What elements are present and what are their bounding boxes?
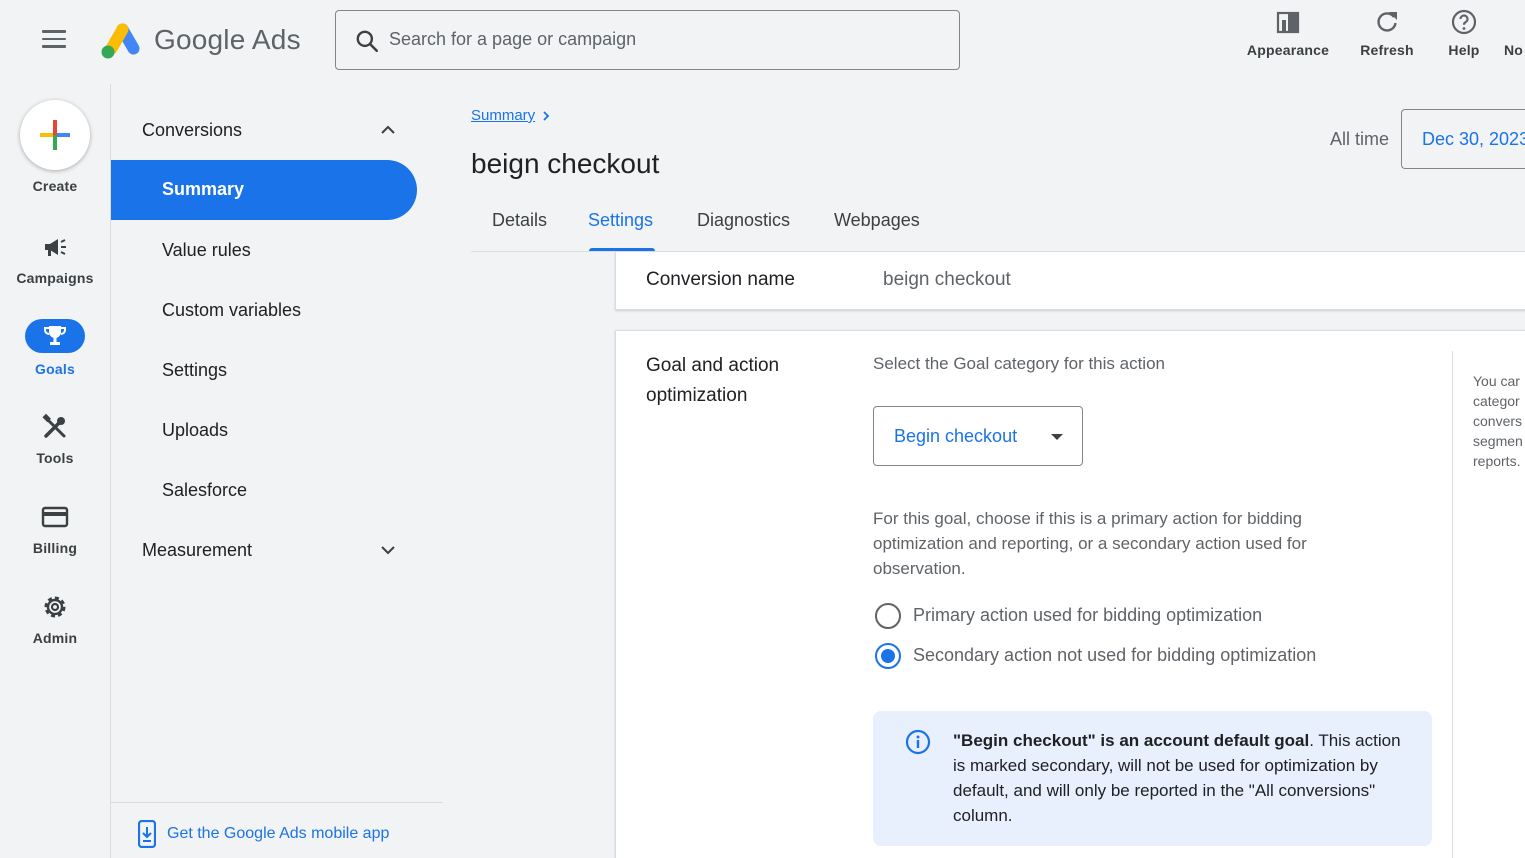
goal-category-prompt: Select the Goal category for this action — [873, 354, 1165, 373]
conversion-name-value: beign checkout — [883, 269, 1011, 290]
trophy-icon — [44, 326, 66, 345]
billing-label: Billing — [32, 540, 78, 556]
side-help-line: You car — [1473, 373, 1520, 389]
nav-section-conversions[interactable]: Conversions — [142, 120, 242, 141]
secondary-nav: Conversions Summary Value rules Custom v… — [110, 84, 443, 858]
goals-pill — [25, 319, 85, 353]
tools-icon — [42, 413, 66, 438]
search-icon — [356, 30, 379, 53]
rail-tools[interactable]: Tools — [0, 412, 110, 466]
dropdown-caret-icon — [1051, 434, 1063, 440]
nav-item-salesforce[interactable]: Salesforce — [162, 480, 247, 501]
date-range-value: Dec 30, 2023 — [1422, 129, 1525, 149]
info-message: "Begin checkout" is an account default g… — [953, 728, 1413, 828]
tab-details[interactable]: Details — [492, 210, 547, 231]
help-button[interactable]: Help — [1440, 8, 1488, 68]
nav-section-measurement[interactable]: Measurement — [142, 540, 252, 561]
chevron-right-icon — [543, 111, 550, 121]
info-message-bold: "Begin checkout" is an account default g… — [953, 731, 1310, 750]
radio-primary-label: Primary action used for bidding optimiza… — [913, 605, 1263, 625]
appearance-label: Appearance — [1246, 42, 1330, 58]
create-plus-icon — [20, 100, 90, 170]
date-range-label: All time — [1330, 129, 1390, 149]
goals-label: Goals — [35, 361, 75, 377]
goal-category-select[interactable]: Begin checkout — [873, 406, 1083, 466]
page-title: beign checkout — [471, 148, 660, 179]
notifications-icon — [1504, 8, 1525, 36]
megaphone-icon — [45, 239, 66, 256]
refresh-icon — [1377, 12, 1397, 32]
side-help-line: reports. — [1473, 453, 1521, 469]
side-help-text: You car categor convers segmen reports. — [1473, 371, 1525, 471]
conversion-name-card[interactable]: Conversion name beign checkout — [615, 252, 1525, 310]
nav-item-custom-variables[interactable]: Custom variables — [162, 300, 301, 321]
nav-item-value-rules[interactable]: Value rules — [162, 240, 251, 261]
tab-bar: Details Settings Diagnostics Webpages — [471, 198, 1525, 252]
nav-item-summary[interactable]: Summary — [111, 160, 417, 220]
breadcrumb-summary[interactable]: Summary — [471, 107, 535, 124]
tab-settings[interactable]: Settings — [588, 210, 653, 231]
side-help-line: convers — [1473, 413, 1523, 429]
date-range-picker[interactable]: Dec 30, 2023 — [1401, 109, 1525, 169]
nav-item-settings[interactable]: Settings — [162, 360, 227, 381]
tab-webpages[interactable]: Webpages — [834, 210, 920, 231]
google-ads-logo-icon — [101, 23, 140, 59]
create-button[interactable]: Create — [0, 100, 110, 194]
appearance-icon — [1276, 11, 1300, 34]
help-icon — [1451, 9, 1477, 35]
radio-secondary-circle[interactable] — [875, 643, 901, 669]
mobile-app-link[interactable]: Get the Google Ads mobile app — [167, 825, 389, 843]
notifications-label: No — [1504, 42, 1524, 58]
help-divider — [1452, 351, 1453, 858]
tools-label: Tools — [36, 450, 74, 466]
search-input[interactable]: Search for a page or campaign — [335, 10, 960, 70]
goal-section-label: Goal and action optimization — [646, 355, 780, 406]
admin-label: Admin — [32, 630, 78, 646]
credit-card-icon — [41, 506, 69, 528]
conversion-name-label: Conversion name — [646, 269, 795, 290]
help-label: Help — [1448, 42, 1480, 58]
create-label: Create — [32, 178, 78, 194]
rail-billing[interactable]: Billing — [0, 502, 110, 556]
goal-category-value: Begin checkout — [894, 426, 1018, 446]
notifications-button[interactable]: No — [1504, 8, 1525, 68]
active-tab-indicator — [589, 248, 655, 251]
refresh-label: Refresh — [1360, 42, 1414, 58]
top-header: Google Ads Search for a page or campaign… — [0, 0, 1525, 80]
nav-item-uploads[interactable]: Uploads — [162, 420, 228, 441]
nav-item-summary-label: Summary — [162, 179, 245, 199]
side-help-line: categor — [1473, 393, 1520, 409]
chevron-down-icon[interactable] — [380, 542, 396, 558]
goal-optimization-card: Goal and action optimization Select the … — [615, 330, 1525, 858]
rail-goals[interactable]: Goals — [0, 319, 110, 377]
rail-admin[interactable]: Admin — [0, 592, 110, 646]
search-placeholder: Search for a page or campaign — [389, 29, 637, 49]
rail-campaigns[interactable]: Campaigns — [0, 232, 110, 286]
refresh-button[interactable]: Refresh — [1356, 8, 1418, 68]
tab-diagnostics[interactable]: Diagnostics — [697, 210, 790, 231]
default-goal-info-box: "Begin checkout" is an account default g… — [873, 711, 1432, 846]
info-icon — [905, 729, 931, 755]
radio-secondary-label: Secondary action not used for bidding op… — [913, 645, 1317, 665]
gear-icon — [44, 596, 66, 618]
brand-name: Google Ads — [154, 24, 301, 55]
mobile-app-icon — [138, 820, 156, 848]
radio-primary-circle[interactable] — [875, 603, 901, 629]
goal-description: For this goal, choose if this is a prima… — [873, 509, 1307, 578]
main-menu-icon[interactable] — [40, 30, 68, 50]
chevron-up-icon[interactable] — [380, 122, 396, 138]
campaigns-label: Campaigns — [16, 270, 94, 286]
side-help-line: segmen — [1473, 433, 1523, 449]
appearance-button[interactable]: Appearance — [1244, 8, 1332, 68]
subnav-footer: Get the Google Ads mobile app — [111, 802, 443, 858]
